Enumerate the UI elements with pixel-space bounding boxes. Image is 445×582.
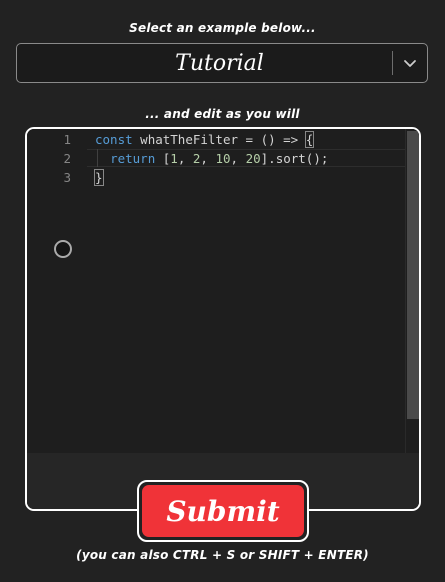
example-select-value: Tutorial (175, 50, 264, 76)
line-gutter: 1 2 3 (27, 129, 87, 453)
code-text: ].sort(); (260, 151, 329, 166)
code-text: , (177, 151, 193, 166)
editor-scrollbar-thumb[interactable] (407, 131, 419, 419)
submit-button-label: Submit (142, 485, 304, 537)
code-text: whatTheFilter = () => (132, 132, 306, 147)
editor-text-area[interactable]: 1 2 3 const whatTheFilter = () => { retu… (27, 129, 419, 453)
shortcut-hint: (you can also CTRL + S or SHIFT + ENTER) (76, 548, 369, 562)
select-hint: Select an example below... (129, 21, 316, 35)
code-number: 1 (170, 151, 178, 166)
code-line-3[interactable]: } (94, 168, 104, 187)
code-number: 20 (245, 151, 261, 166)
line-number: 1 (63, 132, 71, 147)
code-text: , (200, 151, 216, 166)
example-select[interactable]: Tutorial (16, 43, 428, 83)
code-text: [ (155, 151, 171, 166)
code-brace-open: { (304, 131, 315, 148)
code-number: 10 (215, 151, 231, 166)
line-number: 2 (63, 151, 71, 166)
code-keyword: const (95, 132, 133, 147)
code-line-1[interactable]: const whatTheFilter = () => { (95, 130, 315, 149)
code-line-2[interactable]: return [1, 2, 10, 20].sort(); (95, 149, 328, 168)
line-number: 3 (63, 170, 71, 185)
edit-hint: ... and edit as you will (145, 107, 300, 121)
chevron-down-icon[interactable] (393, 44, 427, 82)
code-keyword: return (110, 151, 156, 166)
app-root: Select an example below... Tutorial ... … (0, 0, 445, 582)
submit-button[interactable]: Submit (137, 480, 309, 542)
code-text: , (230, 151, 246, 166)
code-editor: 1 2 3 const whatTheFilter = () => { retu… (25, 127, 421, 511)
circle-glyph-icon (54, 240, 72, 258)
code-brace-close: } (94, 169, 104, 186)
